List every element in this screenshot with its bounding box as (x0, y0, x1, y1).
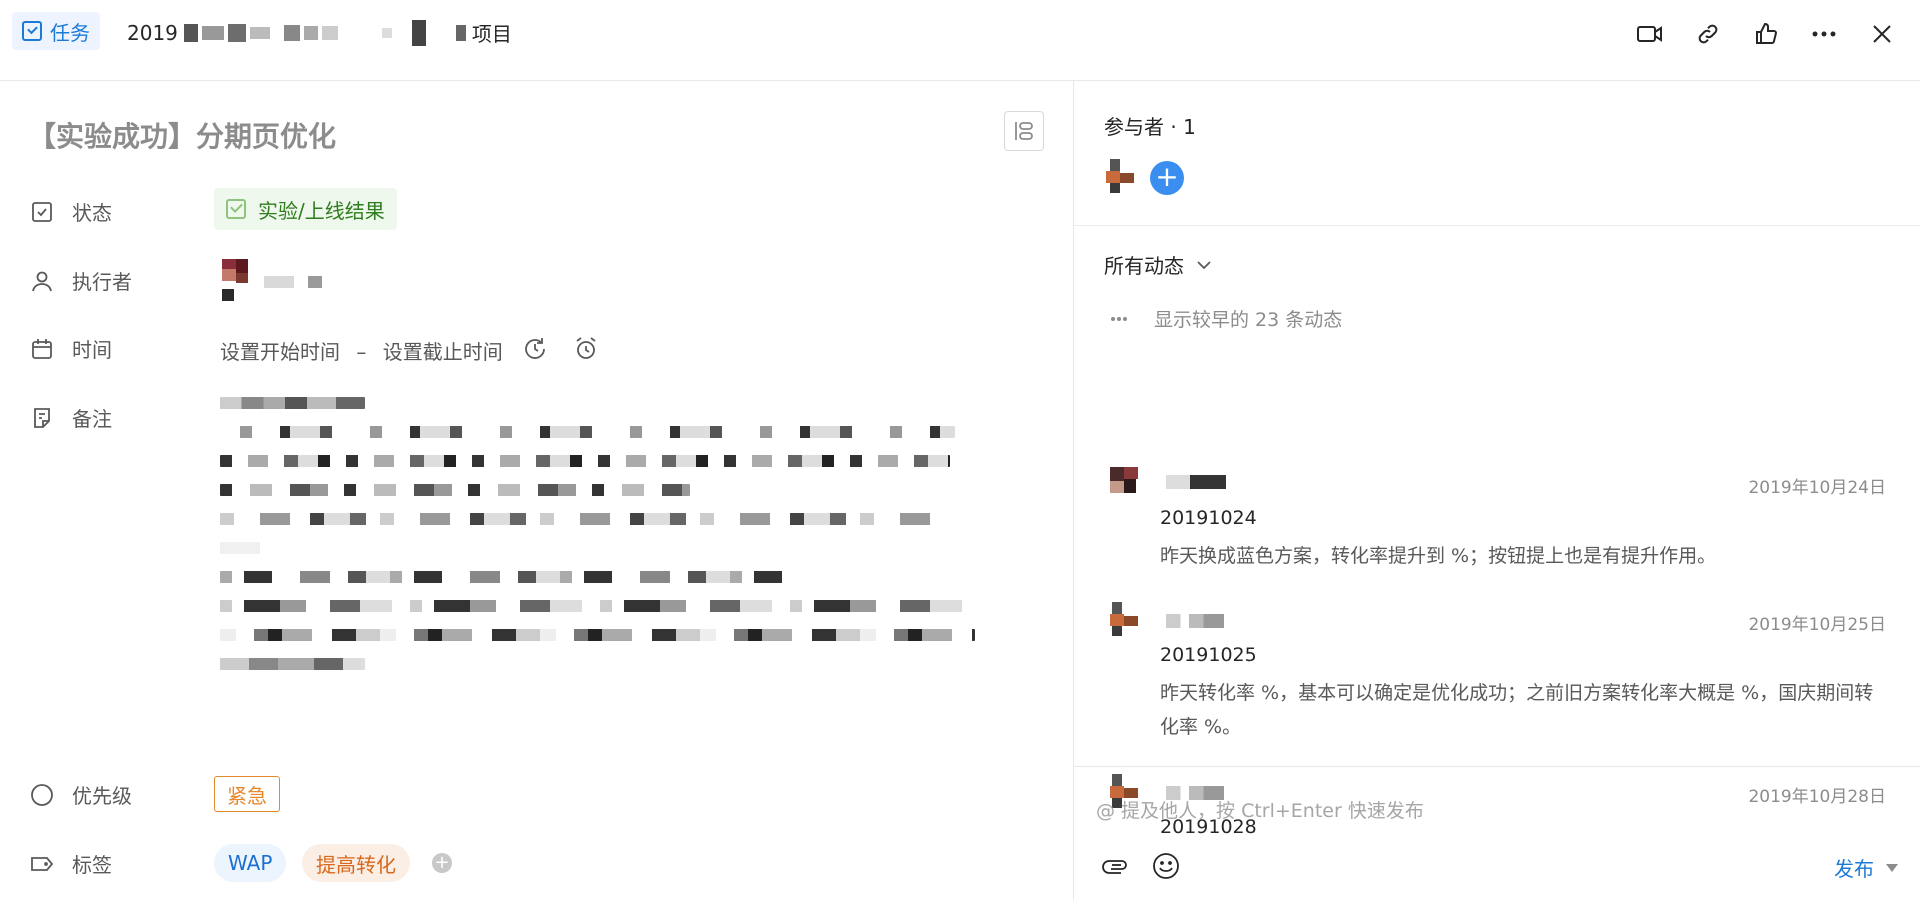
add-participant-button[interactable]: + (1150, 161, 1184, 195)
assignee-name-redacted (264, 276, 294, 288)
person-icon (32, 271, 52, 291)
publish-label: 发布 (1834, 857, 1874, 881)
breadcrumb-redacted (183, 19, 466, 46)
activity-author-redacted (1166, 475, 1226, 489)
activity-date: 2019年10月24日 (1748, 478, 1886, 498)
status-selector[interactable]: 实验/上线结果 (214, 188, 397, 230)
show-older-activities[interactable]: 显示较早的 23 条动态 (1110, 305, 1342, 332)
tag-improve-conversion[interactable]: 提高转化 (302, 844, 410, 882)
status-check-icon (226, 199, 246, 219)
composer-tools (1102, 852, 1180, 884)
task-type-label: 任务 (50, 20, 90, 45)
activity-filter-dropdown[interactable]: 所有动态 (1104, 250, 1212, 279)
status-row-label: 状态 (30, 197, 112, 226)
activity-feed[interactable]: 2019年10月24日 20191024 昨天换成蓝色方案，转化率提升到 %；按… (1074, 361, 1920, 847)
activity-avatar[interactable] (1108, 465, 1142, 499)
attachment-icon[interactable] (1102, 852, 1130, 884)
task-checkbox-icon (22, 21, 42, 41)
assignee-avatar[interactable] (220, 259, 250, 303)
participant-avatar[interactable] (1104, 159, 1138, 193)
assignee-row-label: 执行者 (30, 266, 132, 295)
more-icon[interactable] (1806, 16, 1842, 52)
activity-filter-label: 所有动态 (1104, 254, 1184, 278)
repeat-icon[interactable] (522, 336, 548, 366)
composer-divider (1074, 766, 1920, 767)
priority-row-label: 优先级 (30, 780, 132, 809)
ellipsis-icon (1111, 316, 1127, 321)
emoji-icon[interactable] (1152, 852, 1180, 884)
add-tag-button[interactable]: + (432, 853, 452, 873)
top-bar: 任务 2019 项目 (0, 0, 1920, 81)
task-detail-pane: 【实验成功】分期页优化 状态 实验/上线结果 执行者 时间 设置开始时间 – 设… (0, 81, 1073, 900)
video-call-icon[interactable] (1632, 16, 1668, 52)
participants-divider (1074, 225, 1920, 226)
time-range[interactable]: 设置开始时间 – 设置截止时间 (220, 336, 503, 365)
breadcrumb-suffix: 项目 (471, 22, 512, 46)
chevron-down-icon (1197, 260, 1211, 269)
time-separator: – (356, 340, 367, 364)
assignee-name-redacted-2 (308, 276, 322, 288)
priority-badge[interactable]: 紧急 (214, 776, 280, 812)
notes-content-redacted[interactable] (220, 397, 990, 727)
breadcrumb[interactable]: 2019 项目 (127, 18, 512, 47)
activity-avatar[interactable] (1108, 602, 1142, 636)
activity-date: 2019年10月28日 (1748, 787, 1886, 807)
alarm-icon[interactable] (573, 336, 599, 366)
task-type-badge[interactable]: 任务 (12, 12, 100, 50)
tag-icon (31, 856, 54, 871)
breadcrumb-prefix: 2019 (127, 20, 178, 45)
activity-author-redacted (1166, 614, 1224, 628)
circle-icon (31, 783, 53, 806)
calendar-icon (32, 338, 52, 359)
time-row-label: 时间 (30, 334, 112, 363)
comment-input[interactable]: @ 提及他人，按 Ctrl+Enter 快速发布 (1096, 796, 1424, 823)
activity-code: 20191024 (1160, 507, 1257, 529)
tag-wap[interactable]: WAP (214, 844, 287, 882)
layout-toggle-button[interactable] (1004, 111, 1044, 151)
note-icon (34, 407, 50, 428)
like-icon[interactable] (1748, 16, 1784, 52)
copy-link-icon[interactable] (1690, 16, 1726, 52)
activity-pane: 参与者 · 1 + 所有动态 显示较早的 23 条动态 2019年10月24日 … (1074, 81, 1920, 900)
caret-down-icon (1886, 863, 1898, 872)
notes-row-label: 备注 (30, 403, 112, 432)
participants-title: 参与者 · 1 (1104, 115, 1196, 139)
header-actions (1632, 16, 1900, 52)
activity-code: 20191025 (1160, 644, 1257, 666)
end-time-field[interactable]: 设置截止时间 (383, 340, 503, 364)
tags-row-label: 标签 (30, 849, 112, 878)
task-title[interactable]: 【实验成功】分期页优化 (28, 115, 336, 155)
activity-body: 昨天转化率 %，基本可以确定是优化成功；之前旧方案转化率大概是 %，国庆期间转化… (1160, 682, 1874, 738)
list-layout-icon (1015, 122, 1033, 140)
publish-button[interactable]: 发布 (1834, 853, 1898, 882)
activity-body: 昨天换成蓝色方案，转化率提升到 %；按钮提上也是有提升作用。 (1160, 545, 1717, 567)
close-icon[interactable] (1864, 16, 1900, 52)
start-time-field[interactable]: 设置开始时间 (220, 340, 340, 364)
activity-date: 2019年10月25日 (1748, 615, 1886, 635)
status-value: 实验/上线结果 (258, 198, 385, 223)
older-activities-text: 显示较早的 23 条动态 (1154, 309, 1343, 331)
checkbox-icon (32, 201, 52, 222)
